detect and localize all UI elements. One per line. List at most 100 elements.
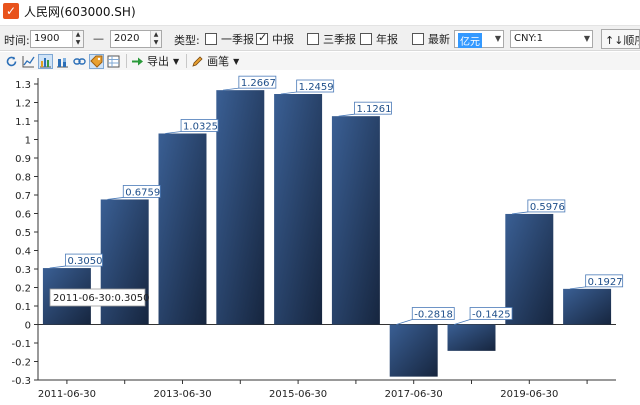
data-label-leader (454, 319, 471, 325)
data-label-leader (569, 286, 586, 290)
y-tick-label: -0.1 (11, 339, 31, 350)
bar-2017-06-30[interactable] (389, 324, 438, 377)
y-tick-label: 1.2 (15, 99, 31, 110)
end-year-stepper[interactable]: 2020 ▲ ▼ (110, 30, 162, 48)
chart-toolbar: 导出 ▼ 画笔 ▼ (0, 52, 640, 70)
export-chevron-down-icon[interactable]: ▼ (173, 57, 179, 66)
y-tick-label: -0.3 (11, 376, 31, 387)
x-tick-label: 2017-06-30 (385, 389, 443, 400)
stepper-arrows-icon[interactable]: ▲ ▼ (72, 31, 83, 47)
data-label-leader (49, 265, 66, 269)
x-tick-label: 2011-06-30 (38, 389, 96, 400)
chevron-down-icon: ▼ (494, 34, 501, 43)
y-tick-label: 0.1 (15, 302, 31, 313)
checkbox-box[interactable] (256, 31, 268, 45)
data-label-leader (165, 131, 182, 134)
data-label: 0.5976 (530, 202, 565, 213)
data-label: 1.0325 (183, 121, 218, 132)
draw-chevron-down-icon[interactable]: ▼ (233, 57, 239, 66)
data-label-leader (222, 87, 239, 91)
toolbar-divider (126, 54, 127, 68)
bar-2020-06-30[interactable] (563, 288, 612, 325)
y-tick-label: -0.2 (11, 358, 31, 369)
unit-select[interactable]: 亿元 ▼ (454, 30, 504, 48)
tag-icon[interactable] (89, 53, 104, 69)
checkbox-q1[interactable]: 一季报 (205, 32, 254, 46)
x-tick-label: 2019-06-30 (500, 389, 558, 400)
y-tick-label: 0.4 (15, 247, 31, 258)
line-chart-icon[interactable] (21, 54, 36, 69)
currency-select[interactable]: CNY:1 ▼ (510, 30, 593, 48)
bar-chart: 1.3 1.2 1.1 1 0.9 0.8 0.7 0.6 0.5 0.4 0.3 0.2 0.1 0 -0… (11, 75, 624, 400)
y-tick-label: 0.2 (15, 284, 31, 295)
checkbox-latest-label: 最新 (428, 33, 450, 46)
checkbox-box[interactable] (205, 33, 217, 45)
chart-area: 1.3 1.2 1.1 1 0.9 0.8 0.7 0.6 0.5 0.4 0.3 0.2 0.1 0 -0… (0, 70, 640, 405)
export-button[interactable]: 导出 (147, 53, 169, 69)
checkbox-latest[interactable]: 最新 (412, 32, 450, 46)
type-label: 类型: (174, 34, 200, 47)
x-tick-label: 2013-06-30 (153, 389, 211, 400)
bar-chart-icon[interactable] (38, 53, 53, 69)
data-label: 0.3050 (67, 256, 102, 267)
export-arrow-icon[interactable] (130, 54, 145, 69)
start-year-value: 1900 (34, 33, 60, 44)
y-tick-label: 0.6 (15, 210, 31, 221)
link-icon[interactable] (72, 54, 87, 69)
refresh-icon[interactable] (4, 54, 19, 69)
y-tick-label: 1 (25, 136, 31, 147)
y-tick-label: 1.1 (15, 117, 31, 128)
data-label: -0.1425 (472, 310, 511, 321)
toolbar-divider (186, 54, 188, 68)
y-tick-label: 0 (25, 321, 31, 332)
checkbox-q3[interactable]: 三季报 (307, 32, 356, 46)
data-label: 1.1261 (356, 104, 391, 115)
bar-2014-06-30[interactable] (216, 90, 265, 325)
sort-order-button[interactable]: ↑↓顺序 (601, 29, 640, 49)
data-label-leader (396, 319, 413, 325)
pencil-icon[interactable] (190, 54, 205, 69)
data-label-leader (107, 197, 124, 200)
bar-2016-06-30[interactable] (331, 116, 380, 325)
checkmark-logo-icon: ✓ (3, 3, 19, 19)
checkbox-half-year[interactable]: 中报 (256, 31, 294, 46)
x-tick-label: 2015-06-30 (269, 389, 327, 400)
y-tick-label: 0.8 (15, 173, 31, 184)
data-label-leader (280, 91, 297, 95)
bar-2019-06-30[interactable] (505, 213, 554, 325)
checkbox-box[interactable] (307, 33, 319, 45)
bar-2015-06-30[interactable] (274, 94, 323, 325)
bar-2013-06-30[interactable] (158, 133, 207, 325)
checkbox-q3-label: 三季报 (323, 33, 356, 46)
checkbox-half-year-label: 中报 (272, 33, 294, 46)
checkbox-annual[interactable]: 年报 (360, 32, 398, 46)
window-title: 人民网(603000.SH) (24, 4, 136, 19)
data-label-leader (511, 211, 528, 215)
unit-select-value: 亿元 (458, 33, 482, 48)
y-tick-label: 0.5 (15, 228, 31, 239)
data-label: 1.2667 (241, 78, 276, 89)
grid-icon[interactable] (106, 54, 121, 69)
bar-2018-06-30[interactable] (447, 324, 496, 351)
checkbox-box[interactable] (412, 33, 424, 45)
checkbox-q1-label: 一季报 (221, 33, 254, 46)
currency-select-value: CNY:1 (514, 33, 543, 44)
chevron-down-icon: ▼ (583, 34, 590, 43)
time-label: 时间: (4, 34, 30, 47)
data-label: 0.1927 (588, 277, 623, 288)
stacked-bar-icon[interactable] (55, 54, 70, 69)
start-year-stepper[interactable]: 1900 ▲ ▼ (30, 30, 84, 48)
range-dash: — (93, 32, 104, 45)
tooltip-text: 2011-06-30:0.3050 (53, 293, 149, 304)
stepper-arrows-icon[interactable]: ▲ ▼ (150, 31, 161, 47)
data-label: 0.6759 (125, 187, 160, 198)
y-tick-label: 1.3 (15, 80, 31, 91)
filter-toolbar: 时间: 1900 ▲▼ — 2020 ▲▼ 类型: 一季报 中报 三季报 年报 … (0, 25, 640, 51)
draw-button[interactable]: 画笔 (207, 53, 229, 69)
y-tick-label: 0.9 (15, 154, 31, 165)
y-tick-label: 0.7 (15, 191, 31, 202)
checkbox-box[interactable] (360, 33, 372, 45)
end-year-value: 2020 (114, 33, 140, 44)
y-tick-label: 0.3 (15, 265, 31, 276)
title-bar: ✓ 人民网(603000.SH) (0, 0, 640, 22)
